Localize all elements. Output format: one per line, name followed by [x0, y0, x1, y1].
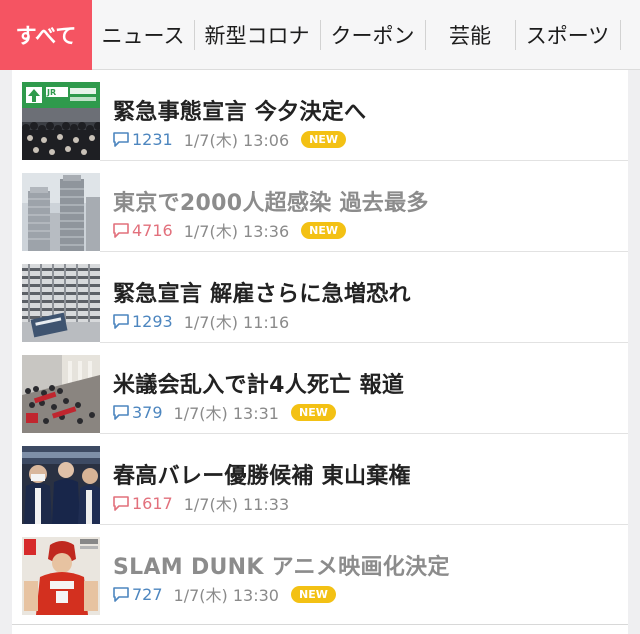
article-meta: 727 1/7(木) 13:30 NEW	[112, 584, 336, 605]
manga-cover-image	[22, 537, 100, 615]
volleyball-team-image	[22, 446, 100, 524]
new-badge: NEW	[290, 585, 336, 603]
comment-count: 379	[132, 402, 163, 422]
comment-count: 4716	[132, 220, 173, 240]
category-tab-bar: すべて ニュース 新型コロナ クーポン 芸能 スポーツ	[0, 0, 640, 70]
article-thumbnail	[22, 446, 100, 524]
station-crowd-image: JR	[22, 82, 100, 160]
article-thumbnail: JR	[22, 82, 100, 160]
comment-bubble-icon	[113, 404, 129, 420]
tab-label: 新型コロナ	[204, 24, 310, 48]
article-date: 1/7(木) 13:06	[183, 131, 290, 150]
news-list: JR 緊急事態宣言 今夕決定へ 1231 1/7(木) 13:06 NEW 東京…	[12, 70, 628, 634]
tab-overflow	[620, 0, 640, 70]
tab-label: すべて	[15, 24, 77, 48]
news-item[interactable]: JR 緊急事態宣言 今夕決定へ 1231 1/7(木) 13:06 NEW	[12, 70, 628, 161]
new-badge: NEW	[290, 403, 336, 421]
article-date: 1/7(木) 11:33	[183, 495, 290, 514]
comment-bubble-icon	[113, 222, 129, 238]
list-bottom-border	[12, 624, 628, 625]
news-item[interactable]: 緊急宣言 解雇さらに急増恐れ 1293 1/7(木) 11:16	[12, 252, 628, 343]
city-hall-tower-image	[22, 173, 100, 251]
article-title: 春高バレー優勝候補 東山棄権	[113, 464, 411, 489]
comment-count: 1231	[132, 129, 173, 149]
comment-count: 1617	[132, 493, 173, 513]
article-thumbnail	[22, 355, 100, 433]
tab-all[interactable]: すべて	[0, 0, 92, 70]
comment-bubble-icon	[113, 586, 129, 602]
new-badge: NEW	[301, 221, 347, 239]
tab-news[interactable]: ニュース	[92, 0, 194, 70]
article-date: 1/7(木) 11:16	[183, 313, 290, 332]
article-thumbnail	[22, 537, 100, 615]
article-thumbnail	[22, 264, 100, 342]
office-building-image	[22, 264, 100, 342]
svg-text:JR: JR	[46, 88, 56, 97]
article-meta: 1293 1/7(木) 11:16	[112, 311, 301, 332]
tab-covid[interactable]: 新型コロナ	[194, 0, 320, 70]
tab-label: スポーツ	[525, 24, 610, 48]
article-meta: 1617 1/7(木) 11:33	[112, 493, 301, 514]
article-title: 東京で2000人超感染 過去最多	[113, 191, 429, 216]
article-date: 1/7(木) 13:31	[173, 404, 279, 423]
article-title: 緊急事態宣言 今夕決定へ	[113, 100, 367, 125]
article-meta: 4716 1/7(木) 13:36 NEW	[112, 220, 347, 241]
tab-label: クーポン	[330, 24, 415, 48]
article-meta: 1231 1/7(木) 13:06 NEW	[112, 129, 347, 150]
news-item[interactable]: 東京で2000人超感染 過去最多 4716 1/7(木) 13:36 NEW	[12, 161, 628, 252]
tab-coupon[interactable]: クーポン	[320, 0, 425, 70]
article-title: SLAM DUNK アニメ映画化決定	[113, 555, 450, 580]
new-badge: NEW	[301, 130, 347, 148]
news-item[interactable]: 春高バレー優勝候補 東山棄権 1617 1/7(木) 11:33	[12, 434, 628, 525]
comment-bubble-icon	[113, 495, 129, 511]
article-title: 緊急宣言 解雇さらに急増恐れ	[113, 282, 411, 307]
tab-label: ニュース	[101, 24, 185, 48]
article-thumbnail	[22, 173, 100, 251]
article-date: 1/7(木) 13:30	[173, 586, 279, 605]
article-title: 米議会乱入で計4人死亡 報道	[113, 373, 405, 398]
tab-label: 芸能	[449, 24, 491, 48]
comment-count: 1293	[132, 311, 173, 331]
article-meta: 379 1/7(木) 13:31 NEW	[112, 402, 336, 423]
article-date: 1/7(木) 13:36	[183, 222, 290, 241]
news-item[interactable]: SLAM DUNK アニメ映画化決定 727 1/7(木) 13:30 NEW	[12, 525, 628, 616]
tab-sports[interactable]: スポーツ	[515, 0, 620, 70]
comment-count: 727	[132, 584, 163, 604]
comment-bubble-icon	[113, 131, 129, 147]
comment-bubble-icon	[113, 313, 129, 329]
news-item[interactable]: 米議会乱入で計4人死亡 報道 379 1/7(木) 13:31 NEW	[12, 343, 628, 434]
tab-entertainment[interactable]: 芸能	[425, 0, 515, 70]
capitol-crowd-image	[22, 355, 100, 433]
